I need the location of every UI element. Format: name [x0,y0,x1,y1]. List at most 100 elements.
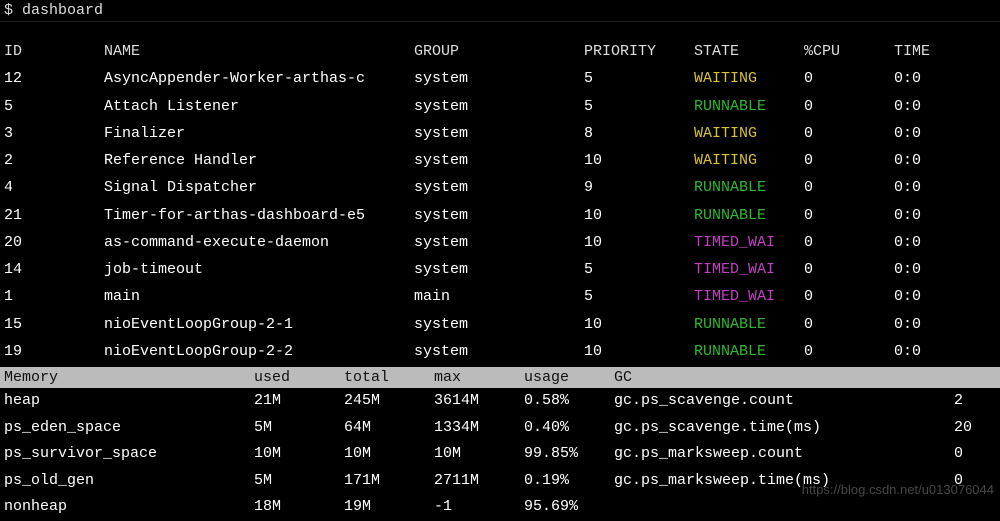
cell-id: 19 [4,340,104,363]
cell-cpu: 0 [804,95,894,118]
cell-group: system [414,122,584,145]
cell-group: main [414,285,584,308]
cell-state: RUNNABLE [694,95,804,118]
thread-header-row: ID NAME GROUP PRIORITY STATE %CPU TIME [4,38,996,65]
mem-row: heap21M245M3614M0.58%gc.ps_scavenge.coun… [0,388,1000,415]
cell-group: system [414,231,584,254]
cell-used: 18M [254,496,344,519]
cell-usage: 0.58% [524,390,614,413]
cell-gc-name [614,496,954,519]
cell-group: system [414,204,584,227]
cell-id: 2 [4,149,104,172]
cell-cpu: 0 [804,285,894,308]
cell-usage: 0.19% [524,470,614,493]
col-priority: PRIORITY [584,40,694,63]
cell-name: AsyncAppender-Worker-arthas-c [104,67,414,90]
cell-cpu: 0 [804,122,894,145]
mem-row: nonheap18M19M-195.69% [0,494,1000,521]
mem-row: ps_survivor_space10M10M10M99.85%gc.ps_ma… [0,441,1000,468]
watermark: https://blog.csdn.net/u013076044 [802,482,994,497]
cell-name: job-timeout [104,258,414,281]
cell-used: 5M [254,417,344,440]
cell-mem-label: heap [4,390,254,413]
thread-row: 21Timer-for-arthas-dashboard-e5system10R… [4,202,996,229]
cell-name: Attach Listener [104,95,414,118]
cell-state: WAITING [694,122,804,145]
cell-state: TIMED_WAI [694,285,804,308]
cell-mem-label: nonheap [4,496,254,519]
cell-time: 0:0 [894,95,1000,118]
thread-row: 1mainmain5TIMED_WAI00:0 [4,283,996,310]
cell-time: 0:0 [894,340,1000,363]
cell-id: 20 [4,231,104,254]
cell-total: 245M [344,390,434,413]
cell-time: 0:0 [894,67,1000,90]
col-max: max [434,369,524,386]
cell-used: 10M [254,443,344,466]
cell-time: 0:0 [894,149,1000,172]
cell-id: 12 [4,67,104,90]
cell-group: system [414,149,584,172]
cell-priority: 10 [584,231,694,254]
cell-state: TIMED_WAI [694,258,804,281]
cell-time: 0:0 [894,285,1000,308]
cell-cpu: 0 [804,149,894,172]
cell-group: system [414,313,584,336]
cell-priority: 5 [584,258,694,281]
cell-id: 4 [4,176,104,199]
cell-name: Finalizer [104,122,414,145]
cell-name: nioEventLoopGroup-2-2 [104,340,414,363]
thread-row: 4Signal Dispatchersystem9RUNNABLE00:0 [4,174,996,201]
cell-total: 64M [344,417,434,440]
col-total: total [344,369,434,386]
cell-state: WAITING [694,67,804,90]
cell-gc-name: gc.ps_marksweep.count [614,443,954,466]
cell-max: -1 [434,496,524,519]
cell-total: 19M [344,496,434,519]
col-gc: GC [614,369,1000,386]
cell-group: system [414,258,584,281]
cell-priority: 8 [584,122,694,145]
cell-time: 0:0 [894,258,1000,281]
cell-id: 14 [4,258,104,281]
cell-cpu: 0 [804,231,894,254]
thread-row: 3Finalizersystem8WAITING00:0 [4,120,996,147]
cell-time: 0:0 [894,176,1000,199]
cell-mem-label: ps_old_gen [4,470,254,493]
cell-state: RUNNABLE [694,204,804,227]
cell-gc-name: gc.ps_scavenge.count [614,390,954,413]
cell-id: 1 [4,285,104,308]
cell-gc-name: gc.ps_scavenge.time(ms) [614,417,954,440]
cell-state: RUNNABLE [694,340,804,363]
cell-used: 21M [254,390,344,413]
cell-max: 2711M [434,470,524,493]
thread-table: ID NAME GROUP PRIORITY STATE %CPU TIME 1… [0,38,1000,365]
thread-row: 14job-timeoutsystem5TIMED_WAI00:0 [4,256,996,283]
cell-priority: 5 [584,95,694,118]
cell-id: 15 [4,313,104,336]
cell-state: WAITING [694,149,804,172]
mem-row: ps_eden_space5M64M1334M0.40%gc.ps_scaven… [0,415,1000,442]
col-used: used [254,369,344,386]
cell-usage: 95.69% [524,496,614,519]
cell-cpu: 0 [804,176,894,199]
cell-cpu: 0 [804,258,894,281]
cell-time: 0:0 [894,122,1000,145]
cell-total: 171M [344,470,434,493]
col-usage: usage [524,369,614,386]
cell-priority: 10 [584,340,694,363]
cell-priority: 9 [584,176,694,199]
cell-time: 0:0 [894,204,1000,227]
col-name: NAME [104,40,414,63]
col-memory: Memory [4,369,254,386]
cell-max: 1334M [434,417,524,440]
cell-cpu: 0 [804,340,894,363]
cell-usage: 0.40% [524,417,614,440]
col-id: ID [4,40,104,63]
cell-cpu: 0 [804,204,894,227]
cell-group: system [414,67,584,90]
cell-time: 0:0 [894,231,1000,254]
thread-row: 12AsyncAppender-Worker-arthas-csystem5WA… [4,65,996,92]
cell-id: 21 [4,204,104,227]
cell-id: 5 [4,95,104,118]
